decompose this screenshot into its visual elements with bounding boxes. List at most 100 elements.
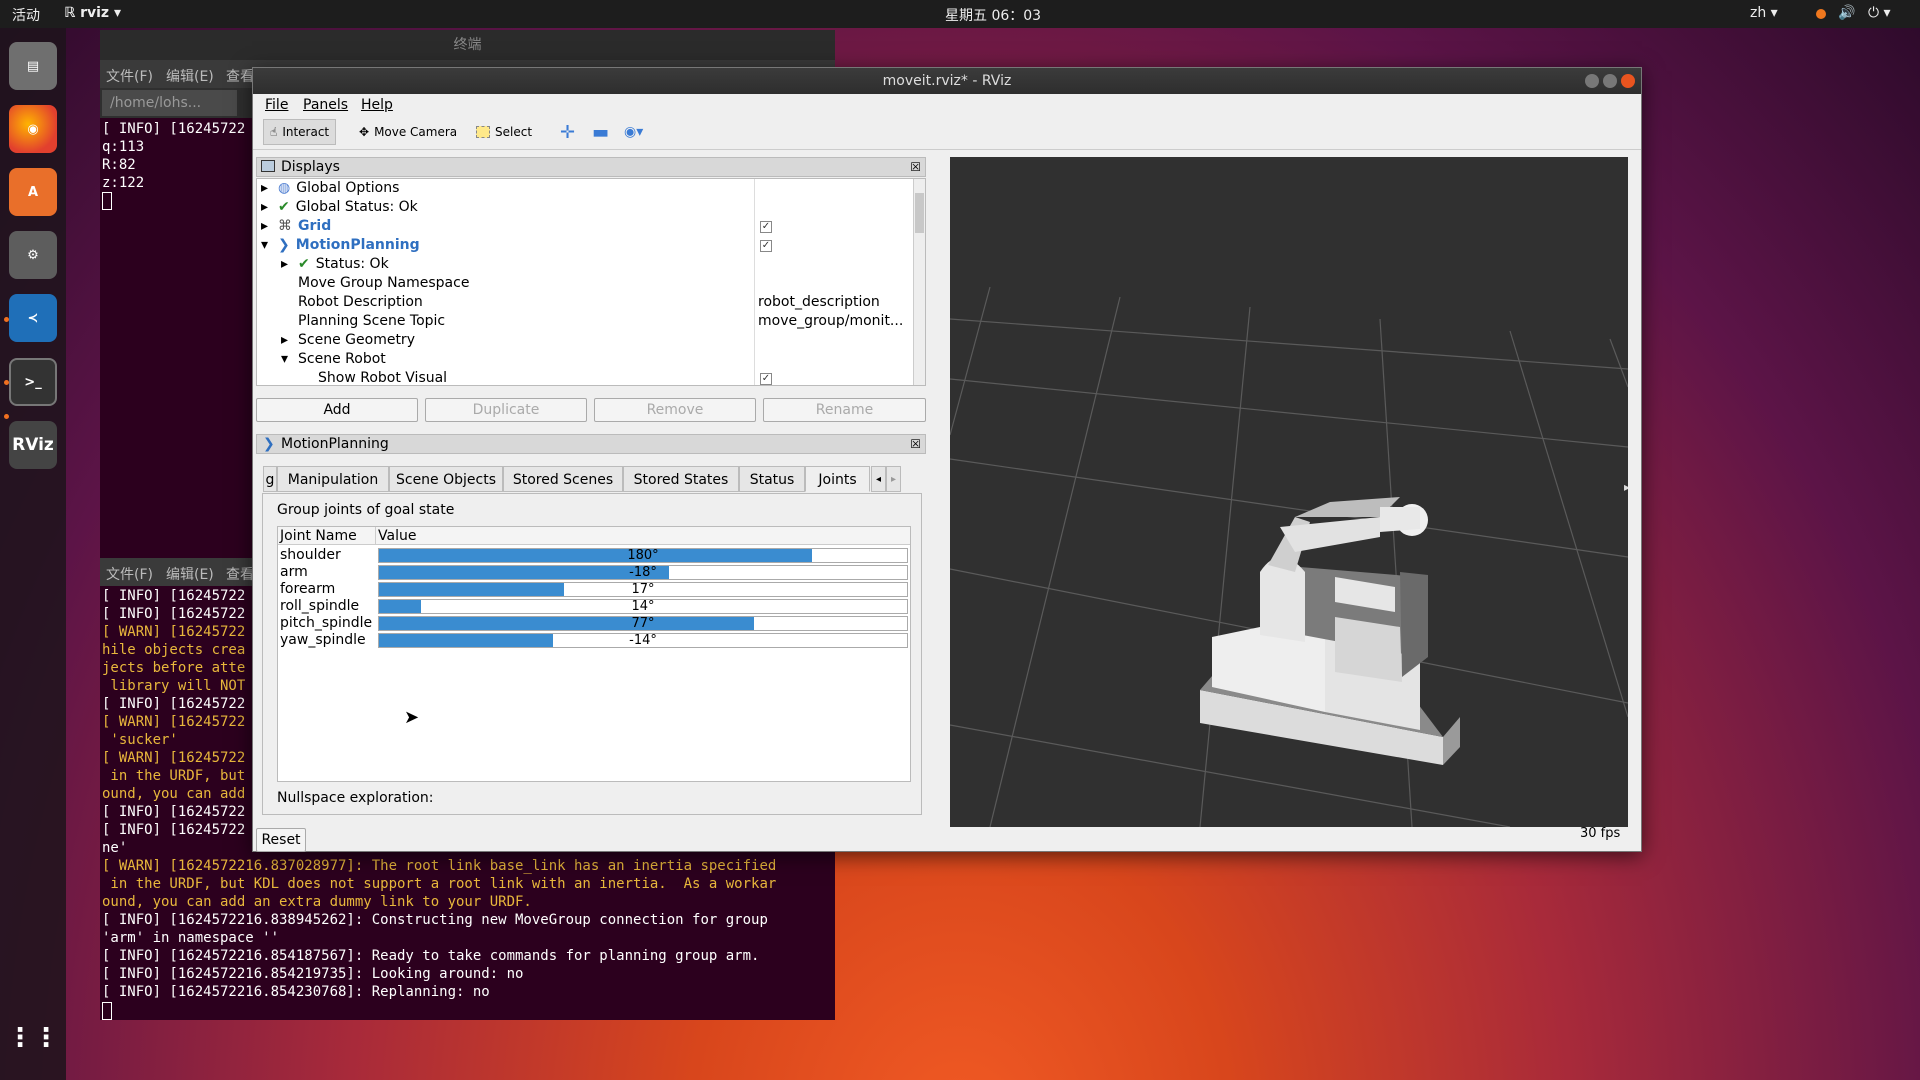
close-icon[interactable]	[1621, 74, 1635, 88]
menu-panels[interactable]: Panels	[303, 97, 348, 113]
collapse-arrow-icon[interactable]: ▾	[281, 351, 288, 367]
terminal-menu-file[interactable]: 文件(F)	[106, 564, 153, 584]
tree-item-robot-description[interactable]: Robot Description	[298, 293, 423, 312]
tab-stored-scenes[interactable]: Stored Scenes	[503, 466, 623, 492]
joint-value-slider[interactable]: -14°	[378, 633, 908, 648]
add-tool-icon[interactable]: ✛	[554, 119, 581, 145]
tree-item-status[interactable]: Status: Ok	[316, 256, 389, 272]
displays-scrollbar[interactable]	[913, 179, 925, 385]
terminal-icon[interactable]: >_	[9, 358, 57, 406]
tab-scene-objects[interactable]: Scene Objects	[389, 466, 503, 492]
firefox-icon[interactable]: ◉	[9, 105, 57, 153]
joint-value: 77°	[631, 616, 655, 631]
menu-help[interactable]: Help	[361, 97, 393, 113]
tree-item-show-robot-visual[interactable]: Show Robot Visual	[318, 369, 447, 388]
col-joint-name[interactable]: Joint Name	[280, 528, 357, 544]
add-button[interactable]: Add	[256, 398, 418, 422]
software-center-icon[interactable]: A	[9, 168, 57, 216]
joint-value-slider[interactable]: 17°	[378, 582, 908, 597]
joint-value-slider[interactable]: 14°	[378, 599, 908, 614]
notification-dot-icon	[1816, 9, 1826, 19]
tab-scroll-right-icon[interactable]: ▸	[886, 466, 901, 492]
terminal-menu-file[interactable]: 文件(F)	[106, 66, 153, 86]
joint-name: roll_spindle	[280, 598, 360, 614]
terminal-tab[interactable]: /home/lohs...	[102, 90, 237, 116]
minimize-icon[interactable]	[1585, 74, 1599, 88]
motion-planning-checkbox[interactable]: ✓	[760, 240, 772, 252]
tree-item-scene-geometry[interactable]: Scene Geometry	[298, 332, 415, 348]
tab-joints[interactable]: Joints	[805, 466, 870, 492]
expand-arrow-icon[interactable]: ▸	[261, 199, 268, 215]
terminal-line: ound, you can add an extra dummy link to…	[102, 894, 532, 910]
interact-tool[interactable]: ☝ Interact	[263, 119, 337, 145]
volume-icon[interactable]: 🔊	[1838, 5, 1855, 21]
tree-item-scene-robot[interactable]: Scene Robot	[298, 351, 386, 367]
robot-description-value[interactable]: robot_description	[758, 293, 880, 312]
reset-button[interactable]: Reset	[256, 828, 306, 852]
col-value[interactable]: Value	[378, 528, 416, 544]
maximize-icon[interactable]	[1603, 74, 1617, 88]
viewport-scene[interactable]	[950, 157, 1628, 827]
select-box-icon	[476, 126, 490, 138]
power-icon[interactable]: ⏻ ▾	[1868, 5, 1891, 21]
input-method[interactable]: zh ▾	[1750, 5, 1778, 21]
joint-value: -18°	[629, 565, 657, 580]
expand-arrow-icon[interactable]: ▸	[261, 218, 268, 234]
joint-value-slider[interactable]: -18°	[378, 565, 908, 580]
expand-arrow-icon[interactable]: ▸	[261, 180, 268, 196]
planning-scene-topic-value[interactable]: move_group/monit...	[758, 312, 903, 331]
terminal-menu-edit[interactable]: 编辑(E)	[166, 564, 214, 584]
settings-icon[interactable]: ⚙	[9, 231, 57, 279]
collapse-right-icon[interactable]: ▸	[1624, 480, 1628, 494]
tree-item-global-status[interactable]: Global Status: Ok	[296, 199, 418, 215]
hand-icon: ☝	[270, 125, 278, 139]
grid-checkbox[interactable]: ✓	[760, 221, 772, 233]
app-grid-icon[interactable]: ⋮⋮	[7, 1014, 59, 1062]
files-icon[interactable]: ▤	[9, 42, 57, 90]
joints-table[interactable]: Joint Name Value shoulder 180° arm -18° fore…	[277, 526, 911, 782]
motion-planning-icon: ❯	[263, 436, 275, 452]
remove-tool-icon[interactable]: ▬	[586, 119, 615, 145]
move-camera-tool[interactable]: ✥ Move Camera	[353, 119, 463, 145]
tab-status[interactable]: Status	[739, 466, 805, 492]
rviz-icon[interactable]: RViz	[9, 421, 57, 469]
tool-properties-icon[interactable]: ◉▾	[618, 119, 649, 145]
tree-item-motion-planning[interactable]: MotionPlanning	[296, 237, 420, 253]
expand-arrow-icon[interactable]: ▸	[281, 332, 288, 348]
terminal-menu-view[interactable]: 查看	[226, 66, 254, 86]
panel-close-icon[interactable]: ☒	[910, 158, 921, 176]
app-menu[interactable]: ℝ rviz ▾	[64, 5, 121, 21]
joint-value-slider[interactable]: 180°	[378, 548, 908, 563]
panel-close-icon[interactable]: ☒	[910, 435, 921, 453]
tab-stored-states[interactable]: Stored States	[623, 466, 739, 492]
scrollbar-thumb[interactable]	[915, 193, 924, 233]
tab-manipulation[interactable]: Manipulation	[277, 466, 389, 492]
expand-arrow-icon[interactable]: ▸	[281, 256, 288, 272]
select-tool[interactable]: Select	[470, 119, 538, 145]
show-robot-visual-checkbox[interactable]: ✓	[760, 373, 772, 385]
terminal-active-indicator	[4, 380, 9, 385]
collapse-arrow-icon[interactable]: ▾	[261, 237, 268, 253]
duplicate-button[interactable]: Duplicate	[425, 398, 587, 422]
tree-item-planning-scene-topic[interactable]: Planning Scene Topic	[298, 312, 445, 331]
top-bar: 活动 ℝ rviz ▾ 星期五 06：03 zh ▾ 🔊 ⏻ ▾	[0, 0, 1920, 28]
tree-item-move-group-namespace[interactable]: Move Group Namespace	[298, 274, 469, 293]
vscode-icon[interactable]: ≺	[9, 294, 57, 342]
remove-button[interactable]: Remove	[594, 398, 756, 422]
tab-planning-partial[interactable]: g	[263, 466, 277, 492]
tab-scroll-left-icon[interactable]: ◂	[871, 466, 886, 492]
tree-item-global-options[interactable]: Global Options	[296, 180, 399, 196]
tree-item-grid[interactable]: Grid	[298, 218, 331, 234]
displays-tree[interactable]: ▸ ◍ Global Options ▸ ✔ Global Status: Ok ▸ ⌘ G…	[256, 178, 926, 386]
joint-value-slider[interactable]: 77°	[378, 616, 908, 631]
terminal-menu-view[interactable]: 查看	[226, 564, 254, 584]
activities-button[interactable]: 活动	[12, 5, 40, 25]
rename-button[interactable]: Rename	[763, 398, 926, 422]
terminal-menu-edit[interactable]: 编辑(E)	[166, 66, 214, 86]
terminal-line: [ INFO] [1624572216.838945262]: Construc…	[102, 912, 768, 928]
rviz-small-icon: ℝ	[64, 5, 76, 21]
menu-file[interactable]: File	[265, 97, 288, 113]
joint-value: 180°	[627, 548, 659, 563]
clock[interactable]: 星期五 06：03	[945, 5, 1041, 25]
3d-viewport[interactable]: ◂ ▸	[950, 157, 1628, 827]
